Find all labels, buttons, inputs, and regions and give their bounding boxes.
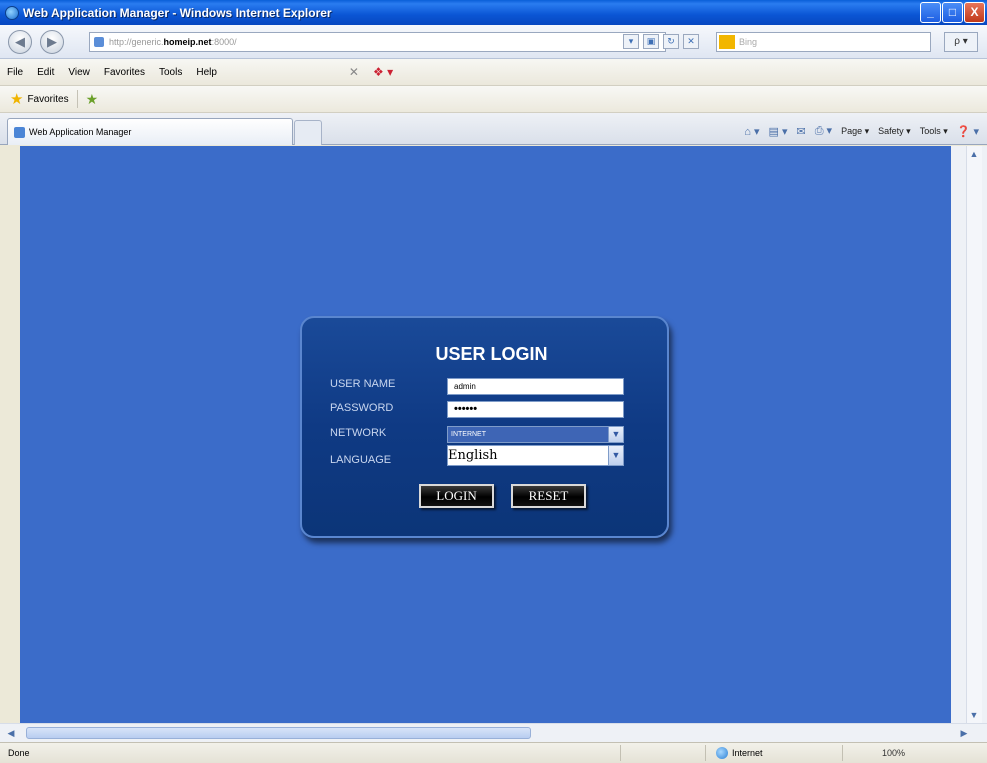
window-title-bar: Web Application Manager - Windows Intern… <box>0 0 987 25</box>
favorites-divider <box>76 90 78 108</box>
back-button[interactable]: ◀ <box>8 30 32 54</box>
login-button[interactable]: LOGIN <box>419 484 494 508</box>
network-select[interactable]: INTERNET ▼ <box>447 426 624 443</box>
vertical-scroll-track[interactable] <box>966 146 982 723</box>
tab-bar: Web Application Manager ⌂ ▾ ▤ ▾ ✉ ⎙ ▾ Pa… <box>0 113 987 145</box>
status-bar: Done Internet 100% <box>0 742 987 763</box>
chevron-down-icon[interactable]: ▼ <box>608 446 623 465</box>
globe-icon <box>716 747 728 759</box>
refresh-icon[interactable]: ↻ <box>663 34 679 49</box>
dropdown-arrow-icon[interactable]: ▾ <box>623 34 639 49</box>
menu-favorites[interactable]: Favorites <box>97 67 152 78</box>
new-tab-button[interactable] <box>294 120 322 145</box>
toolbar-addon-icon[interactable]: ❖ ▾ <box>373 65 393 79</box>
tools-menu[interactable]: Tools ▾ <box>920 126 948 137</box>
status-text: Done <box>8 748 30 758</box>
language-select[interactable]: English ▼ <box>447 445 624 466</box>
status-divider <box>842 745 843 761</box>
language-label: LANGUAGE <box>330 454 392 466</box>
window-title: Web Application Manager - Windows Intern… <box>23 5 332 20</box>
scroll-left-icon[interactable]: ◀ <box>4 726 18 740</box>
window-controls: _ □ X <box>920 2 985 23</box>
close-button[interactable]: X <box>964 2 985 23</box>
feeds-icon[interactable]: ▤ ▾ <box>769 125 788 138</box>
reset-button[interactable]: RESET <box>511 484 586 508</box>
network-selected-value: INTERNET <box>448 427 608 442</box>
bing-logo-icon <box>719 35 735 49</box>
chevron-down-icon[interactable]: ▼ <box>608 427 623 442</box>
search-placeholder: Bing <box>739 37 758 47</box>
scroll-right-icon[interactable]: ▶ <box>957 726 971 740</box>
tab-favicon-icon <box>14 126 25 138</box>
status-divider <box>705 745 706 761</box>
print-icon[interactable]: ⎙ ▾ <box>815 124 832 138</box>
safety-menu[interactable]: Safety ▾ <box>878 126 911 137</box>
zone-label: Internet <box>732 748 763 758</box>
search-button[interactable]: ρ ▾ <box>944 32 978 52</box>
menu-tools[interactable]: Tools <box>152 67 189 78</box>
page-menu[interactable]: Page ▾ <box>841 126 869 137</box>
ie-logo-icon <box>5 5 19 20</box>
content-left-edge <box>0 146 20 723</box>
tab-label: Web Application Manager <box>29 127 132 137</box>
password-label: PASSWORD <box>330 402 394 414</box>
page-icon <box>94 37 104 47</box>
close-toolbar-icon[interactable]: ✕ <box>349 65 359 79</box>
security-zone[interactable]: Internet <box>716 747 763 759</box>
help-icon[interactable]: ❓ ▾ <box>957 125 979 138</box>
network-label: NETWORK <box>330 427 387 439</box>
favorites-star-icon: ★ <box>10 91 24 108</box>
address-toolbar: ◀ ▶ http://generic. homeip.net:8000/ ▾ ▣ … <box>0 25 987 59</box>
zoom-level[interactable]: 100% <box>882 748 905 758</box>
menu-edit[interactable]: Edit <box>30 67 61 78</box>
url-suffix: :8000/ <box>211 37 237 47</box>
favorites-bar: ★ Favorites ★ <box>0 86 987 113</box>
url-prefix: http://generic. <box>109 37 164 47</box>
command-bar: ⌂ ▾ ▤ ▾ ✉ ⎙ ▾ Page ▾ Safety ▾ Tools ▾ ❓ … <box>744 124 979 138</box>
language-selected-value: English <box>448 448 498 463</box>
scroll-up-icon[interactable]: ▲ <box>966 146 982 162</box>
menu-file[interactable]: File <box>0 67 30 78</box>
login-panel: USER LOGIN USER NAME admin PASSWORD ••••… <box>300 316 669 538</box>
address-tools: ▾ ▣ ↻ ✕ <box>623 34 699 49</box>
scroll-down-icon[interactable]: ▼ <box>966 707 982 723</box>
maximize-button[interactable]: □ <box>942 2 963 23</box>
tab-web-application-manager[interactable]: Web Application Manager <box>7 118 293 145</box>
url-host: homeip.net <box>163 37 212 47</box>
minimize-button[interactable]: _ <box>920 2 941 23</box>
horizontal-scrollbar[interactable]: ◀ ▶ <box>0 723 987 742</box>
password-field[interactable]: •••••• <box>447 401 624 418</box>
add-favorite-icon[interactable]: ★ <box>86 91 99 108</box>
status-divider <box>620 745 621 761</box>
username-field[interactable]: admin <box>447 378 624 395</box>
username-label: USER NAME <box>330 378 396 390</box>
address-field[interactable]: http://generic. homeip.net:8000/ <box>89 32 666 52</box>
stop-icon[interactable]: ✕ <box>683 34 699 49</box>
vertical-scrollbar[interactable]: ▲ ▼ <box>951 146 987 723</box>
compatibility-icon[interactable]: ▣ <box>643 34 659 49</box>
favorites-button[interactable]: Favorites <box>27 94 68 105</box>
login-title: USER LOGIN <box>435 344 548 364</box>
home-icon[interactable]: ⌂ ▾ <box>744 125 759 138</box>
search-input[interactable]: Bing <box>716 32 931 52</box>
forward-arrow-icon: ▶ <box>47 34 57 49</box>
horizontal-scroll-thumb[interactable] <box>26 727 531 739</box>
back-arrow-icon: ◀ <box>15 34 25 49</box>
menu-help[interactable]: Help <box>189 67 224 78</box>
forward-button[interactable]: ▶ <box>40 30 64 54</box>
read-mail-icon[interactable]: ✉ <box>796 125 805 138</box>
menu-bar: File Edit View Favorites Tools Help ✕ ❖ … <box>0 59 987 86</box>
menu-view[interactable]: View <box>61 67 97 78</box>
